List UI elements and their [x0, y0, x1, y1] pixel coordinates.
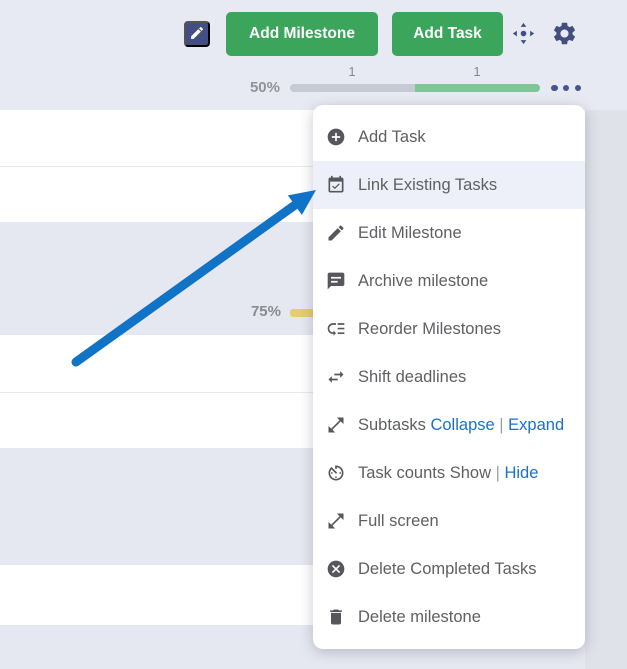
menu-item-full-screen[interactable]: Full screen [313, 497, 585, 545]
menu-item-shift-deadlines[interactable]: Shift deadlines [313, 353, 585, 401]
menu-item-label: Full screen [358, 512, 439, 531]
settings-button[interactable] [551, 20, 578, 47]
collapse-subtasks-link[interactable]: Collapse [430, 416, 494, 434]
milestones-view: Add Milestone Add Task 50% 1 1 [0, 0, 627, 669]
menu-item-archive-milestone[interactable]: Archive milestone [313, 257, 585, 305]
menu-item-label: Reorder Milestones [358, 320, 501, 339]
menu-item-edit-milestone[interactable]: Edit Milestone [313, 209, 585, 257]
milestone-context-menu: Add Task Link Existing Tasks Edit Milest… [313, 105, 585, 649]
swap-arrows-icon [326, 367, 346, 387]
open-task-count: 1 [332, 64, 372, 79]
edit-project-button[interactable] [184, 21, 210, 47]
menu-item-subtasks: Subtasks Collapse | Expand [313, 401, 585, 449]
fullscreen-icon [326, 511, 346, 531]
timeline-right-column [585, 110, 627, 669]
menu-item-delete-completed-tasks[interactable]: Delete Completed Tasks [313, 545, 585, 593]
ellipsis-icon [551, 85, 558, 92]
progress-segment-open [290, 84, 415, 92]
separator: | [496, 464, 500, 482]
menu-item-label: Edit Milestone [358, 224, 462, 243]
menu-item-label: Add Task [358, 128, 426, 147]
add-task-button[interactable]: Add Task [392, 12, 503, 56]
menu-item-reorder-milestones[interactable]: Reorder Milestones [313, 305, 585, 353]
milestone-options-button[interactable] [550, 80, 582, 96]
diagonal-arrows-icon [326, 415, 346, 435]
task-progress-percent: 75% [241, 303, 281, 320]
pan-view-button[interactable] [511, 21, 536, 46]
done-task-count: 1 [457, 64, 497, 79]
archive-icon [326, 271, 346, 291]
reorder-icon [326, 319, 346, 339]
add-milestone-button[interactable]: Add Milestone [226, 12, 378, 56]
task-counts-label: Task counts Show [358, 464, 491, 482]
menu-item-label: Delete Completed Tasks [358, 560, 537, 579]
menu-item-label: Archive milestone [358, 272, 488, 291]
menu-item-link-existing-tasks[interactable]: Link Existing Tasks [313, 161, 585, 209]
trash-icon [326, 607, 346, 627]
menu-item-label: Link Existing Tasks [358, 176, 497, 195]
gear-icon [551, 35, 578, 50]
plus-circle-icon [326, 127, 346, 147]
x-circle-icon [326, 559, 346, 579]
menu-item-label: Delete milestone [358, 608, 481, 627]
milestone-progress-bar [290, 84, 540, 92]
calendar-check-icon [326, 175, 346, 195]
menu-item-add-task[interactable]: Add Task [313, 113, 585, 161]
menu-item-delete-milestone[interactable]: Delete milestone [313, 593, 585, 641]
timer-icon [326, 463, 346, 483]
menu-item-label: Task counts Show | Hide [358, 464, 538, 483]
separator: | [499, 416, 503, 434]
menu-item-task-counts: Task counts Show | Hide [313, 449, 585, 497]
hide-task-counts-link[interactable]: Hide [504, 464, 538, 482]
pencil-icon [189, 25, 205, 44]
menu-item-label: Shift deadlines [358, 368, 466, 387]
subtasks-label: Subtasks [358, 416, 426, 434]
progress-segment-done [415, 84, 540, 92]
menu-item-label: Subtasks Collapse | Expand [358, 416, 564, 435]
pencil-icon [326, 223, 346, 243]
pan-move-icon [511, 34, 536, 49]
expand-subtasks-link[interactable]: Expand [508, 416, 564, 434]
milestone-progress-percent: 50% [240, 79, 280, 96]
